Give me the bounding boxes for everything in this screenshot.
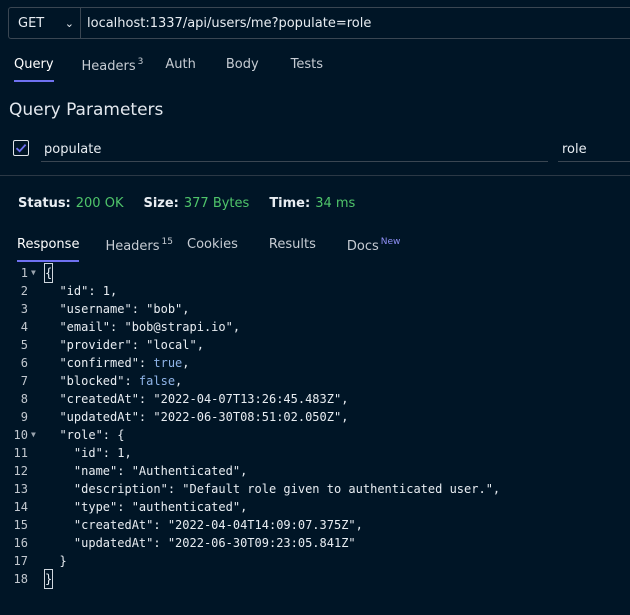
tab-body-label: Body bbox=[225, 57, 259, 72]
tab-headers-label: Headers bbox=[81, 59, 136, 74]
line-number: 18 bbox=[13, 572, 28, 586]
code-text: "type": "authenticated", bbox=[45, 500, 248, 514]
response-headers-count-badge: 15 bbox=[161, 237, 173, 247]
tab-results-label: Results bbox=[268, 237, 316, 252]
method-label: GET bbox=[18, 15, 45, 31]
headers-count-badge: 3 bbox=[137, 57, 144, 67]
tab-tests-label: Tests bbox=[290, 57, 324, 72]
docs-new-badge: New bbox=[380, 237, 401, 247]
param-key-input[interactable]: populate bbox=[41, 138, 548, 162]
tab-auth[interactable]: Auth bbox=[165, 57, 195, 80]
line-number: 12 bbox=[13, 464, 28, 478]
code-text: "email": "bob@strapi.io", bbox=[45, 320, 241, 334]
tab-query-label: Query bbox=[14, 57, 54, 72]
size-value: 377 Bytes bbox=[183, 196, 250, 211]
tab-response-headers-label: Headers bbox=[105, 239, 160, 254]
code-text: "role": { bbox=[45, 428, 125, 442]
tab-cookies[interactable]: Cookies bbox=[187, 237, 238, 260]
request-url-bar: GET ⌄ localhost:1337/api/users/me?popula… bbox=[8, 7, 630, 39]
chevron-down-icon: ⌄ bbox=[64, 16, 74, 30]
line-number: 8 bbox=[20, 392, 28, 406]
code-text: "description": "Default role given to au… bbox=[45, 482, 501, 496]
code-text: "createdAt": "2022-04-07T13:26:45.483Z", bbox=[45, 392, 349, 406]
line-number: 1 bbox=[20, 266, 28, 280]
param-checkbox[interactable] bbox=[13, 140, 29, 156]
line-number: 16 bbox=[13, 536, 28, 550]
tab-docs-label: Docs bbox=[346, 239, 379, 254]
tab-headers[interactable]: Headers 3 bbox=[82, 57, 144, 80]
line-number: 15 bbox=[13, 518, 28, 532]
tab-response[interactable]: Response bbox=[17, 237, 80, 262]
code-text: "name": "Authenticated", bbox=[45, 464, 248, 478]
tab-response-label: Response bbox=[17, 237, 80, 252]
line-number: 13 bbox=[13, 482, 28, 496]
code-text: } bbox=[45, 554, 67, 568]
check-icon bbox=[15, 143, 27, 153]
tab-query[interactable]: Query bbox=[14, 57, 54, 82]
line-number: 4 bbox=[20, 320, 28, 334]
line-number: 2 bbox=[20, 284, 28, 298]
line-number: 10 bbox=[13, 428, 28, 442]
code-text: "provider": "local", bbox=[45, 338, 204, 352]
method-select[interactable]: GET ⌄ bbox=[9, 8, 81, 38]
code-text: "id": 1, bbox=[45, 446, 132, 460]
section-divider bbox=[0, 175, 630, 176]
tab-docs[interactable]: Docs New bbox=[347, 237, 401, 260]
line-number: 14 bbox=[13, 500, 28, 514]
time-value: 34 ms bbox=[315, 196, 356, 211]
tab-results[interactable]: Results bbox=[269, 237, 316, 260]
size-label: Size: bbox=[143, 196, 179, 211]
query-parameters-title: Query Parameters bbox=[9, 100, 164, 120]
fold-toggle-icon[interactable]: ▼ bbox=[31, 426, 36, 444]
code-text: "blocked": false, bbox=[45, 374, 183, 388]
status-label: Status: bbox=[18, 196, 71, 211]
code-text: { bbox=[43, 263, 54, 283]
code-text: "username": "bob", bbox=[45, 302, 190, 316]
param-value-input[interactable]: role bbox=[558, 138, 630, 162]
code-text: } bbox=[43, 569, 54, 589]
tab-body[interactable]: Body bbox=[226, 57, 259, 80]
line-number: 7 bbox=[20, 374, 28, 388]
line-number: 5 bbox=[20, 338, 28, 352]
response-tabs: Response Headers 15 Cookies Results Docs N… bbox=[17, 237, 401, 262]
tab-auth-label: Auth bbox=[165, 57, 196, 72]
url-input[interactable]: localhost:1337/api/users/me?populate=rol… bbox=[81, 8, 371, 38]
tab-response-headers[interactable]: Headers 15 bbox=[105, 237, 173, 260]
line-number: 3 bbox=[20, 302, 28, 316]
tab-cookies-label: Cookies bbox=[187, 237, 238, 252]
tab-tests[interactable]: Tests bbox=[291, 57, 323, 80]
response-status-bar: Status: 200 OK Size: 377 Bytes Time: 34 ms bbox=[18, 196, 375, 211]
time-label: Time: bbox=[269, 196, 311, 211]
line-number: 11 bbox=[13, 446, 28, 460]
code-text: "createdAt": "2022-04-04T14:09:07.375Z", bbox=[45, 518, 363, 532]
line-number: 17 bbox=[13, 554, 28, 568]
status-value: 200 OK bbox=[75, 196, 124, 211]
line-number: 6 bbox=[20, 356, 28, 370]
fold-toggle-icon[interactable]: ▼ bbox=[31, 264, 36, 282]
code-text: "updatedAt": "2022-06-30T09:23:05.841Z" bbox=[45, 536, 356, 550]
line-number: 9 bbox=[20, 410, 28, 424]
code-text: "confirmed": true, bbox=[45, 356, 190, 370]
request-tabs: Query Headers 3 Auth Body Tests bbox=[14, 57, 323, 82]
code-text: "updatedAt": "2022-06-30T08:51:02.050Z", bbox=[45, 410, 349, 424]
code-text: "id": 1, bbox=[45, 284, 118, 298]
